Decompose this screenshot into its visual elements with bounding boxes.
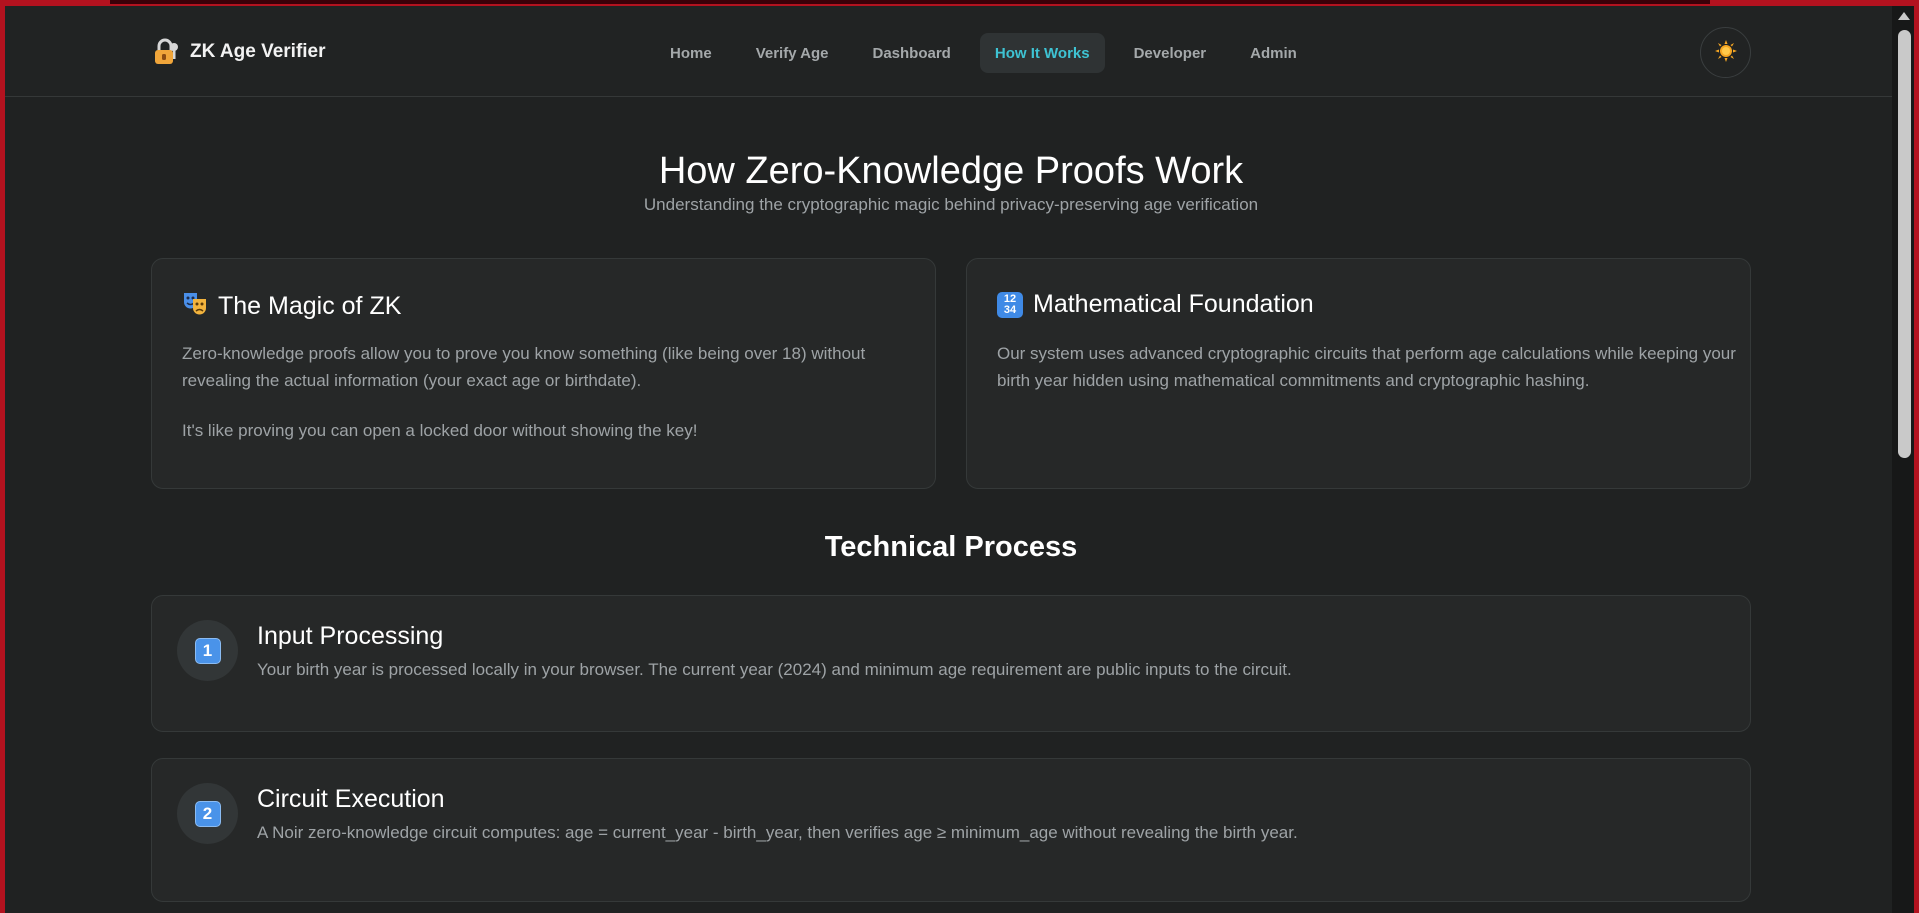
lock-key-icon [152, 38, 180, 66]
card-title-text: The Magic of ZK [218, 292, 402, 320]
brand[interactable]: ZK Age Verifier [152, 38, 326, 66]
card-title: 12 34 Mathematical Foundation [997, 290, 1314, 319]
theme-toggle-button[interactable] [1700, 27, 1751, 78]
theater-masks-icon [182, 290, 208, 323]
nav-admin[interactable]: Admin [1235, 33, 1312, 73]
step-description: A Noir zero-knowledge circuit computes: … [257, 823, 1298, 842]
sun-icon [1714, 40, 1737, 65]
card-title: The Magic of ZK [182, 290, 401, 323]
top-navigation-bar: ZK Age Verifier Home Verify Age Dashboar… [5, 6, 1897, 97]
nav-how-it-works[interactable]: How It Works [979, 33, 1105, 73]
step-title: Circuit Execution [257, 785, 445, 813]
step-number-badge: 2 [177, 783, 238, 844]
card-paragraph: Zero-knowledge proofs allow you to prove… [182, 344, 866, 390]
numbers-icon: 12 34 [997, 291, 1023, 318]
step-title: Input Processing [257, 622, 444, 650]
keycap-one-icon: 1 [194, 637, 221, 664]
card-mathematical-foundation: 12 34 Mathematical Foundation Our system … [966, 258, 1751, 489]
keycap-two-icon: 2 [194, 800, 221, 827]
nav-dashboard[interactable]: Dashboard [858, 33, 966, 73]
card-magic-of-zk: The Magic of ZK Zero-knowledge proofs al… [151, 258, 936, 489]
step-card: 2 Circuit Execution A Noir zero-knowledg… [151, 758, 1751, 902]
card-paragraph: It's like proving you can open a locked … [182, 421, 698, 440]
window-top-edge [110, 0, 1710, 4]
page-subtitle: Understanding the cryptographic magic be… [643, 195, 1259, 214]
nav-verify-age[interactable]: Verify Age [741, 33, 844, 73]
scroll-up-arrow-icon[interactable] [1898, 12, 1910, 20]
step-description: Your birth year is processed locally in … [257, 660, 1292, 679]
section-title-technical-process: Technical Process [824, 531, 1078, 563]
card-title-text: Mathematical Foundation [1033, 290, 1314, 318]
nav-developer[interactable]: Developer [1119, 33, 1222, 73]
card-paragraph: Our system uses advanced cryptographic c… [997, 344, 1736, 390]
step-card: 1 Input Processing Your birth year is pr… [151, 595, 1751, 732]
page-title: How Zero-Knowledge Proofs Work [658, 150, 1244, 192]
app-window: ZK Age Verifier Home Verify Age Dashboar… [5, 6, 1897, 913]
scrollbar-thumb[interactable] [1898, 30, 1911, 458]
nav-home[interactable]: Home [655, 33, 727, 73]
brand-title: ZK Age Verifier [190, 41, 326, 62]
step-number-badge: 1 [177, 620, 238, 681]
main-nav: Home Verify Age Dashboard How It Works D… [655, 33, 1326, 73]
